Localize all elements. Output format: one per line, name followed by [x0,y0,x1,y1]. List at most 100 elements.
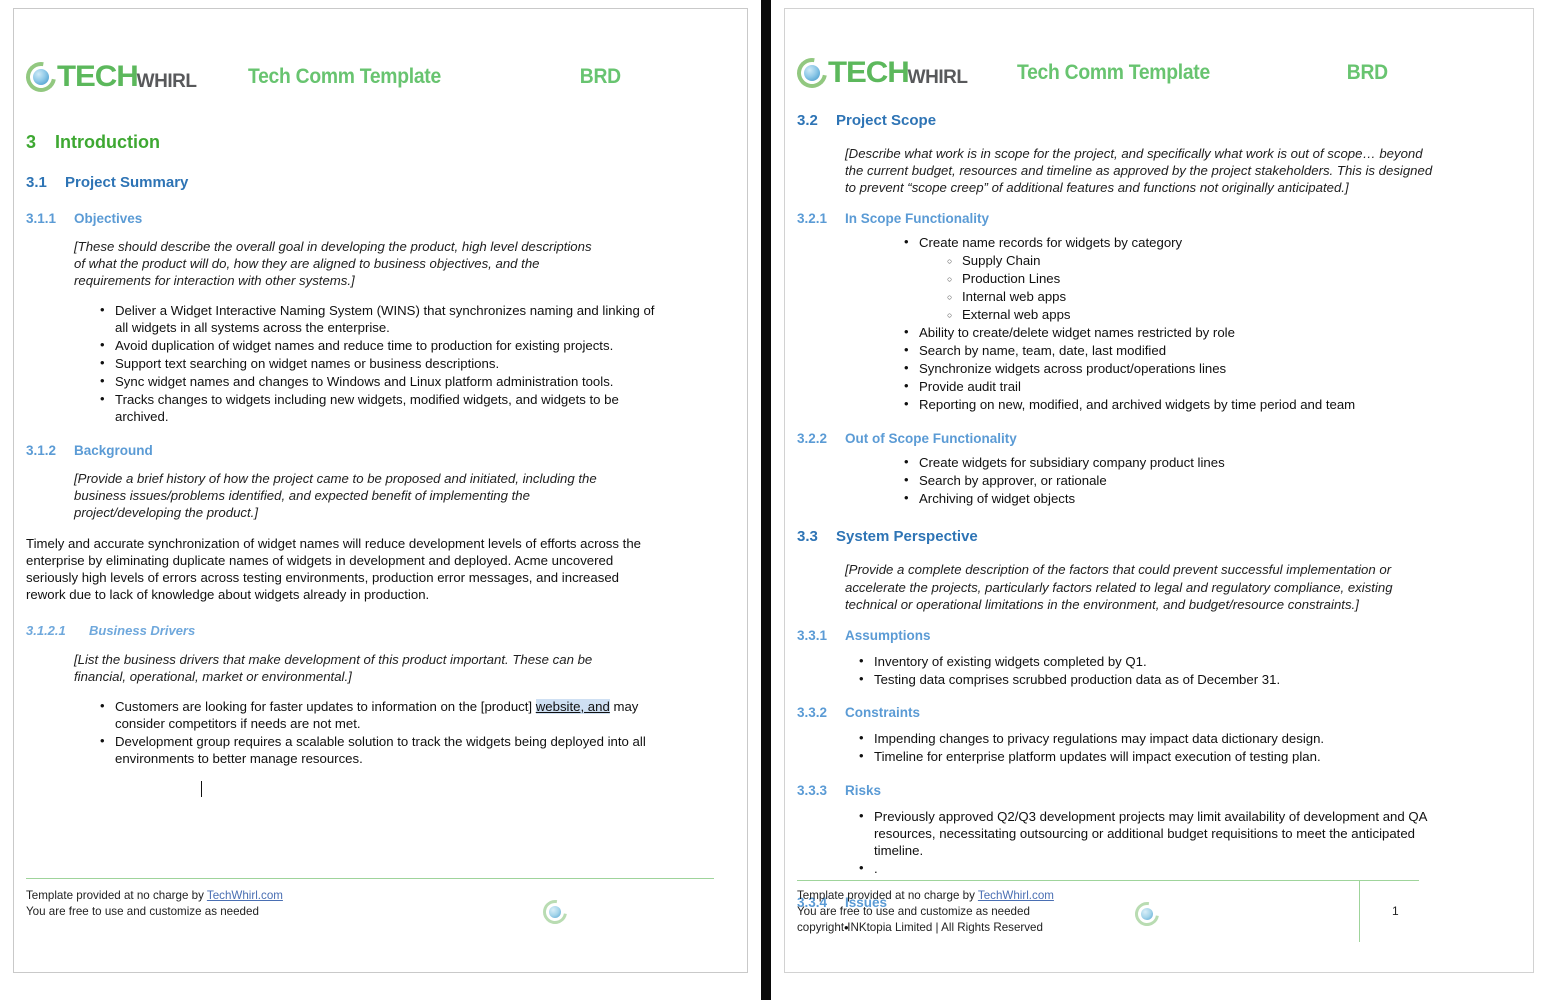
heading-number: 3.3.2 [797,705,828,721]
in-scope-sub-bullet-list: Supply Chain Production Lines Internal w… [945,253,1505,324]
heading-number: 3.1.2.1 [26,622,66,638]
business-drivers-bullet-list: Customers are looking for faster updates… [98,698,683,768]
footer-divider [797,880,1419,881]
heading-text: Project Scope [836,112,937,129]
list-item: Supply Chain [945,253,1505,270]
footer-line1-prefix: Template provided at no charge by [26,889,207,902]
heading-number: 3.3.3 [797,783,828,799]
heading-system-perspective: 3.3 System Perspective [797,528,1517,545]
footer-swirl-globe-icon [538,895,572,929]
list-item: Customers are looking for faster updates… [98,698,683,733]
heading-introduction: 3 Introduction [26,132,716,153]
heading-text: Risks [845,783,882,799]
header-document-type: BRD [579,65,621,88]
techwhirl-logo: TECH WHIRL [791,52,968,94]
heading-text: Assumptions [845,627,931,643]
text-cursor [201,780,716,798]
footer-line1-prefix: Template provided at no charge by [797,889,978,902]
list-item: Reporting on new, modified, and archived… [902,396,1502,414]
heading-project-summary: 3.1 Project Summary [26,174,716,191]
heading-text: Objectives [74,211,143,226]
list-item: Testing data comprises scrubbed producti… [857,671,1457,689]
heading-text: Constraints [845,705,921,721]
list-item: Timeline for enterprise platform updates… [857,748,1457,766]
scope-instruction-text: [Describe what work is in scope for the … [845,146,1433,196]
perspective-instruction-text: [Provide a complete description of the f… [845,562,1393,612]
footer-line3-copyright: copyright INKtopia Limited | All Rights … [797,920,1043,934]
background-paragraph: Timely and accurate synchronization of w… [26,535,641,602]
objectives-bullet-list: Deliver a Widget Interactive Naming Syst… [98,302,658,426]
footer-line2: You are free to use and customize as nee… [797,904,1030,918]
list-item: Synchronize widgets across product/opera… [902,360,1502,378]
page-gutter [752,0,780,1000]
footer-text-block: Template provided at no charge by TechWh… [797,888,1127,936]
driver-text-pre: Customers are looking for faster updates… [115,699,536,715]
heading-business-drivers: 3.1.2.1 Business Drivers [26,623,716,638]
techwhirl-logo: TECH WHIRL [20,56,197,98]
footer-line2: You are free to use and customize as nee… [26,904,259,918]
constraints-bullet-list: Impending changes to privacy regulations… [857,730,1457,766]
heading-number: 3.3.1 [797,627,828,643]
risks-bullet-list: Previously approved Q2/Q3 development pr… [857,808,1467,878]
logo-text-whirl: WHIRL [136,70,197,92]
list-item: Create name records for widgets by categ… [902,234,1502,252]
list-item: Ability to create/delete widget names re… [902,324,1502,342]
heading-project-scope: 3.2 Project Scope [797,112,1517,129]
page-number: 1 [1392,904,1399,918]
list-item: Create widgets for subsidiary company pr… [902,454,1502,472]
drivers-instruction-text: [List the business drivers that make dev… [74,651,593,685]
highlighted-link-text[interactable]: website, and [535,699,610,715]
list-item: Avoid duplication of widget names and re… [98,337,658,355]
list-item: Search by approver, or rationale [902,472,1502,490]
list-item: Previously approved Q2/Q3 development pr… [857,808,1467,860]
objectives-instruction-text: [These should describe the overall goal … [74,239,592,289]
footer-text-block: Template provided at no charge by TechWh… [26,888,283,920]
list-item: Sync widget names and changes to Windows… [98,373,658,391]
list-item: Archiving of widget objects [902,490,1502,508]
techwhirl-link[interactable]: TechWhirl.com [207,889,283,902]
page-sheet: TECH WHIRL Tech Comm Template BRD 3 Intr… [13,8,748,973]
assumptions-bullet-list: Inventory of existing widgets completed … [857,653,1457,689]
page-footer: Template provided at no charge by TechWh… [26,878,726,929]
heading-text: In Scope Functionality [845,211,990,227]
list-item: Deliver a Widget Interactive Naming Syst… [98,302,658,337]
heading-number: 3.1.1 [26,211,57,226]
footer-page-number-cell: 1 [1359,880,1399,942]
document-viewer: TECH WHIRL Tech Comm Template BRD 3 Intr… [0,0,1556,1000]
document-page-left: TECH WHIRL Tech Comm Template BRD 3 Intr… [0,0,752,1000]
header-document-title: Tech Comm Template [1017,61,1211,84]
heading-out-of-scope-functionality: 3.2.2 Out of Scope Functionality [797,431,1517,446]
list-item: . [857,860,1467,878]
list-item: Impending changes to privacy regulations… [857,730,1457,748]
header-document-title: Tech Comm Template [248,65,442,88]
heading-text: Out of Scope Functionality [845,430,1017,446]
list-item: Support text searching on widget names o… [98,355,658,373]
gutter-divider [761,0,771,1000]
document-page-right: TECH WHIRL Tech Comm Template BRD 3.2 Pr… [780,0,1556,1000]
page-footer: Template provided at no charge by TechWh… [797,880,1527,942]
list-item: Production Lines [945,271,1505,288]
heading-text: Project Summary [65,174,189,191]
in-scope-bullet-list-continued: Ability to create/delete widget names re… [902,324,1502,414]
list-item: Inventory of existing widgets completed … [857,653,1457,671]
heading-number: 3.2.2 [797,430,828,446]
header-document-type: BRD [1346,61,1388,84]
list-item: Provide audit trail [902,378,1502,396]
heading-in-scope-functionality: 3.2.1 In Scope Functionality [797,211,1517,226]
heading-number: 3 [26,132,37,152]
heading-constraints: 3.3.2 Constraints [797,705,1517,720]
logo-text-tech: TECH [57,60,139,93]
techwhirl-swirl-globe-icon [20,56,62,98]
list-item: Tracks changes to widgets including new … [98,391,658,426]
page-header: TECH WHIRL Tech Comm Template BRD [791,52,1527,94]
list-item: Internal web apps [945,289,1505,306]
heading-number: 3.3 [797,528,818,546]
heading-number: 3.2 [797,112,818,129]
techwhirl-link[interactable]: TechWhirl.com [978,889,1054,902]
in-scope-bullet-list: Create name records for widgets by categ… [902,234,1502,252]
heading-risks: 3.3.3 Risks [797,783,1517,798]
out-of-scope-bullet-list: Create widgets for subsidiary company pr… [902,454,1502,508]
page-body: 3 Introduction 3.1 Project Summary 3.1.1… [26,132,716,798]
logo-text-whirl: WHIRL [907,66,968,88]
footer-divider [26,878,714,879]
